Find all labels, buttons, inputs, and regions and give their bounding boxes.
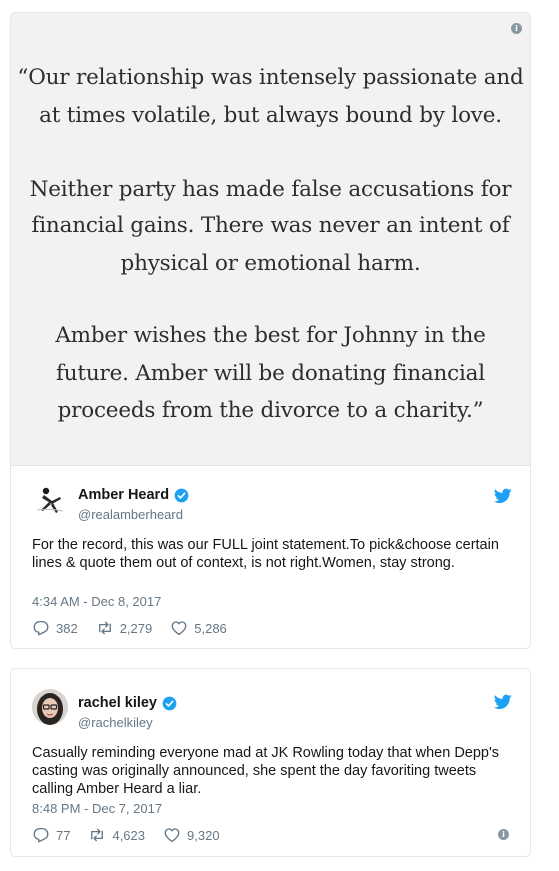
tweet-media-statement-image[interactable]: i “Our relationship was intensely passio… bbox=[11, 13, 530, 466]
reply-icon bbox=[33, 620, 49, 636]
like-button[interactable]: 5,286 bbox=[170, 619, 227, 637]
quote-line: financial gains. There was never an inte… bbox=[31, 213, 510, 238]
like-count: 9,320 bbox=[187, 827, 220, 843]
tweet-text: For the record, this was our FULL joint … bbox=[32, 537, 499, 571]
author-name[interactable]: rachel kiley bbox=[78, 695, 157, 711]
tweet-text: Casually reminding everyone mad at JK Ro… bbox=[32, 745, 500, 797]
verified-badge-icon bbox=[174, 488, 189, 502]
tweet-card-amber-heard[interactable]: i “Our relationship was intensely passio… bbox=[10, 12, 531, 649]
quote-line: proceeds from the divorce to a charity.” bbox=[57, 398, 484, 423]
reply-count: 382 bbox=[56, 620, 78, 636]
like-count: 5,286 bbox=[194, 620, 227, 636]
quote-line: “Our relationship was intensely passiona… bbox=[17, 65, 524, 90]
retweet-button[interactable]: 4,623 bbox=[88, 826, 145, 844]
reply-button[interactable]: 382 bbox=[32, 619, 78, 637]
retweet-count: 2,279 bbox=[119, 620, 153, 636]
avatar[interactable] bbox=[32, 481, 68, 517]
retweet-icon bbox=[91, 828, 104, 842]
tweet-timestamp[interactable]: 4:34 AM - Dec 8, 2017 bbox=[32, 594, 161, 609]
twitter-bird-icon[interactable] bbox=[494, 488, 512, 504]
info-icon[interactable]: i bbox=[498, 829, 509, 840]
author-handle[interactable]: @rachelkiley bbox=[78, 715, 153, 730]
reply-count: 77 bbox=[56, 827, 71, 843]
quote-line: Amber wishes the best for Johnny in the bbox=[55, 323, 486, 348]
quote-line: physical or emotional harm. bbox=[120, 251, 421, 276]
author-handle[interactable]: @realamberheard bbox=[78, 507, 183, 522]
reply-button[interactable]: 77 bbox=[32, 826, 70, 844]
verified-badge-icon bbox=[162, 696, 177, 710]
heart-icon bbox=[164, 828, 180, 843]
retweet-button[interactable]: 2,279 bbox=[96, 619, 153, 637]
retweet-count: 4,623 bbox=[112, 827, 146, 843]
quote-line: at times volatile, but always bound by l… bbox=[39, 103, 502, 128]
avatar[interactable] bbox=[32, 689, 68, 725]
author-name[interactable]: Amber Heard bbox=[78, 487, 169, 503]
tweet-timestamp[interactable]: 8:48 PM - Dec 7, 2017 bbox=[32, 801, 162, 816]
info-icon[interactable]: i bbox=[511, 23, 522, 34]
quote-line: Neither party has made false accusations… bbox=[29, 177, 512, 202]
retweet-icon bbox=[98, 621, 111, 635]
tweet-card-rachel-kiley[interactable]: rachel kiley @rachelkiley Casually remin… bbox=[10, 668, 531, 857]
quote-line: future. Amber will be donating financial bbox=[56, 361, 485, 386]
heart-icon bbox=[171, 621, 187, 636]
reply-icon bbox=[33, 827, 49, 843]
twitter-bird-icon[interactable] bbox=[494, 694, 512, 710]
like-button[interactable]: 9,320 bbox=[163, 826, 220, 844]
